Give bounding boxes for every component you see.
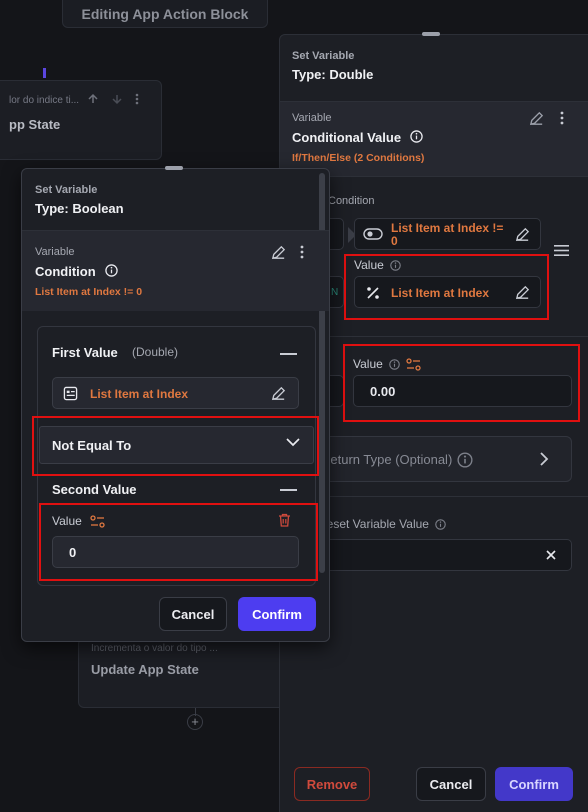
confirm-button[interactable]: Confirm bbox=[238, 597, 316, 631]
update-app-state-card[interactable]: Incrementa o valor do tipo ... Update Ap… bbox=[78, 638, 288, 708]
first-value-label: First Value bbox=[52, 345, 118, 360]
more-vertical-icon[interactable] bbox=[560, 111, 564, 125]
confirm-button[interactable]: Confirm bbox=[495, 767, 573, 801]
arrow-down-icon[interactable] bbox=[111, 93, 123, 105]
condition-value: List Item at Index != 0 bbox=[391, 221, 504, 248]
first-value-type: (Double) bbox=[132, 345, 179, 359]
reset-label-text: Reset Variable Value bbox=[318, 517, 429, 531]
chevron-right-icon[interactable] bbox=[539, 451, 549, 467]
reset-variable-field[interactable] bbox=[300, 539, 572, 571]
second-value-label: Second Value bbox=[52, 482, 137, 497]
card-subtitle: lor do indice ti... bbox=[9, 95, 80, 106]
collapse-icon[interactable] bbox=[280, 489, 297, 491]
variable-label: Variable bbox=[292, 112, 332, 124]
panel-title: Type: Double bbox=[292, 67, 374, 82]
info-icon[interactable] bbox=[435, 518, 446, 530]
info-icon[interactable] bbox=[410, 130, 423, 143]
first-value-text: List Item at Index bbox=[90, 387, 189, 401]
condition-label: Condition bbox=[328, 195, 375, 207]
first-value-field[interactable]: List Item at Index bbox=[52, 377, 299, 409]
variable-subline: List Item at Index != 0 bbox=[35, 286, 143, 298]
highlight-box bbox=[344, 254, 549, 320]
editing-block-title: Editing App Action Block bbox=[62, 0, 268, 28]
card-actions bbox=[87, 93, 139, 105]
panel-title: Type: Boolean bbox=[35, 201, 124, 216]
highlight-box bbox=[32, 416, 319, 476]
edit-icon[interactable] bbox=[528, 110, 545, 127]
info-icon[interactable] bbox=[457, 452, 473, 468]
drag-reorder-icon[interactable] bbox=[554, 245, 569, 256]
card-title: pp State bbox=[9, 117, 61, 132]
more-vertical-icon[interactable] bbox=[135, 93, 139, 105]
panel-subtitle: Set Variable bbox=[292, 50, 355, 62]
highlight-box bbox=[343, 344, 580, 422]
variable-name: Conditional Value bbox=[292, 130, 402, 145]
condition-field[interactable]: List Item at Index != 0 bbox=[354, 218, 541, 250]
drag-handle[interactable] bbox=[165, 166, 183, 170]
variable-section[interactable]: Variable Condition List Item at Index !=… bbox=[22, 231, 329, 311]
card-title: Update App State bbox=[91, 662, 199, 677]
arrow-up-icon[interactable] bbox=[87, 93, 99, 105]
highlight-box bbox=[39, 503, 318, 581]
background-action-card[interactable]: lor do indice ti... pp State bbox=[0, 80, 162, 160]
variable-name: Condition bbox=[35, 264, 96, 279]
card-subtitle: Incrementa o valor do tipo ... bbox=[91, 643, 218, 654]
close-icon[interactable] bbox=[545, 549, 557, 561]
cancel-button[interactable]: Cancel bbox=[416, 767, 486, 801]
more-vertical-icon[interactable] bbox=[300, 245, 304, 259]
variable-section[interactable]: Variable Conditional Value If/Then/Else … bbox=[280, 102, 588, 176]
add-action-button[interactable]: + bbox=[187, 714, 203, 730]
drag-handle[interactable] bbox=[422, 32, 440, 36]
connector-indicator bbox=[43, 68, 46, 78]
reset-variable-label: Reset Variable Value bbox=[318, 517, 446, 531]
edit-icon[interactable] bbox=[514, 226, 531, 243]
collapse-icon[interactable] bbox=[280, 353, 297, 355]
remove-button[interactable]: Remove bbox=[294, 767, 370, 801]
variable-subline: If/Then/Else (2 Conditions) bbox=[292, 152, 425, 164]
return-type-label: Return Type (Optional) bbox=[321, 452, 453, 467]
edit-icon[interactable] bbox=[270, 244, 287, 261]
return-type-row[interactable]: Return Type (Optional) bbox=[300, 436, 572, 482]
toggle-icon bbox=[363, 228, 383, 240]
info-icon[interactable] bbox=[105, 264, 118, 277]
set-variable-boolean-panel: Set Variable Type: Boolean Variable Cond… bbox=[21, 166, 330, 642]
variable-label: Variable bbox=[35, 246, 75, 258]
edit-icon[interactable] bbox=[270, 385, 287, 402]
list-document-icon bbox=[63, 386, 78, 401]
panel-subtitle: Set Variable bbox=[35, 184, 98, 196]
cancel-button[interactable]: Cancel bbox=[159, 597, 227, 631]
